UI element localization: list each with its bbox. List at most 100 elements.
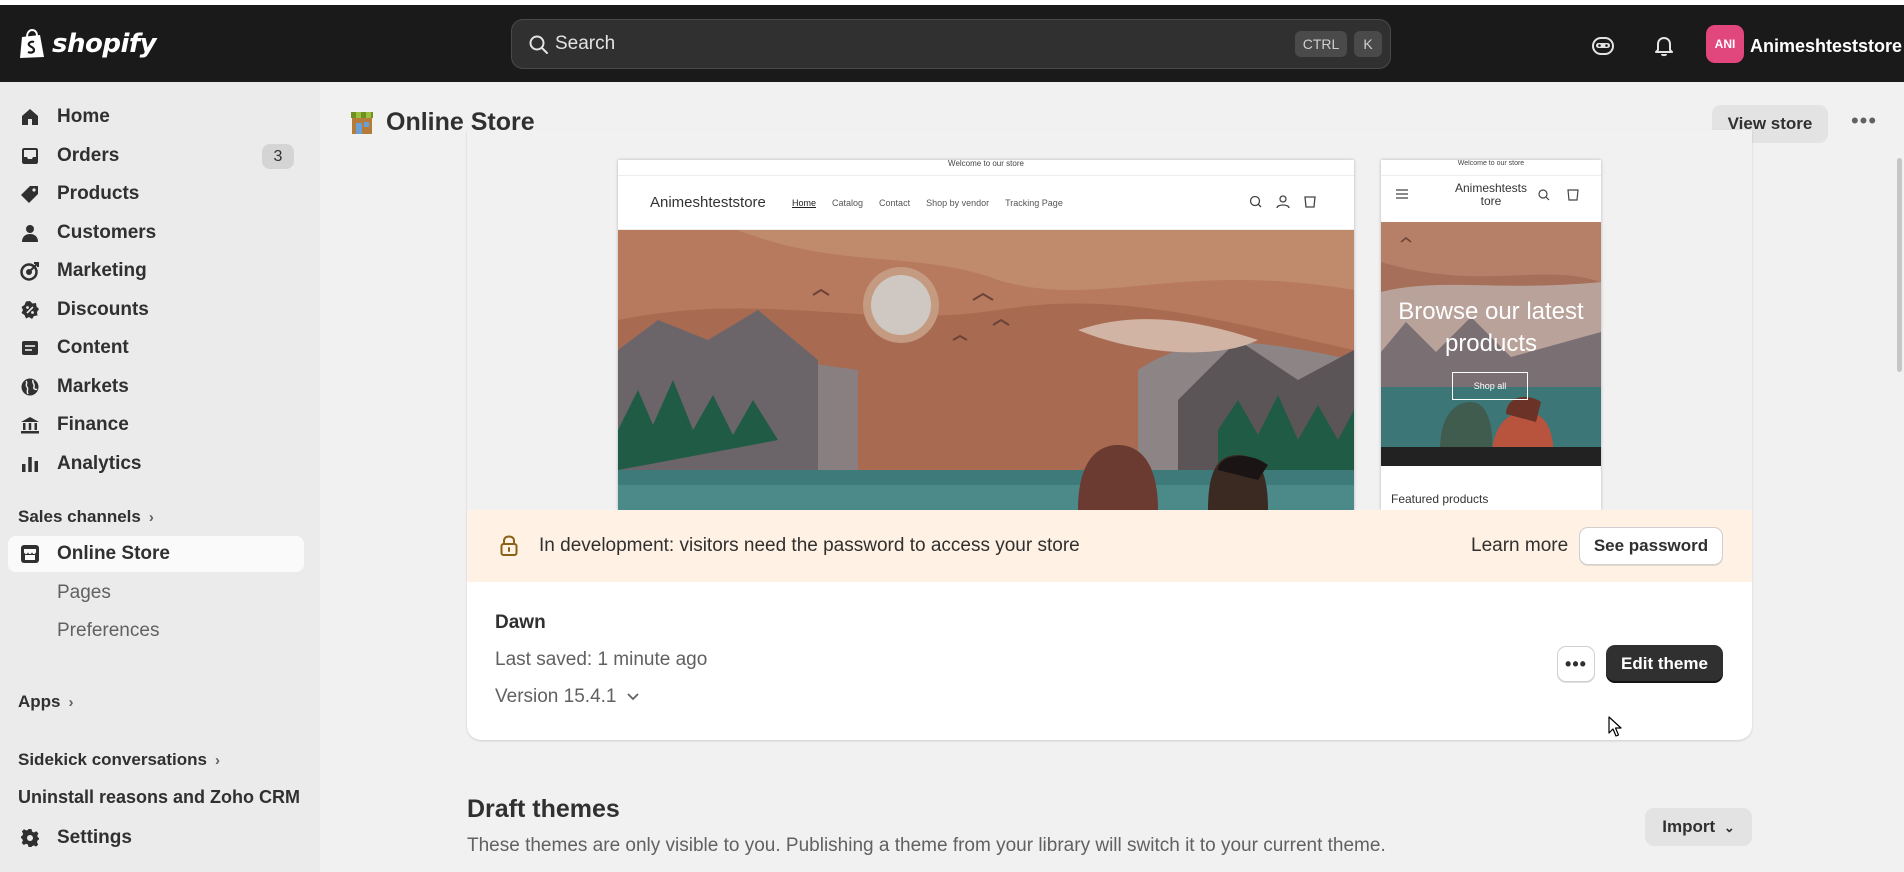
online-store-icon xyxy=(351,111,373,134)
sidebar-item-products[interactable]: Products xyxy=(8,176,304,212)
sidebar-item-label: Content xyxy=(57,337,129,358)
orders-icon xyxy=(22,148,38,164)
preview-hero-illustration xyxy=(618,230,1354,510)
shopify-bag-icon xyxy=(20,29,44,58)
sidebar-item-content[interactable]: Content xyxy=(8,330,304,366)
mobile-hero-title: Browse our latest products xyxy=(1398,298,1584,357)
shopify-logo[interactable]: shopify xyxy=(18,29,157,59)
bank-icon xyxy=(21,417,39,434)
sidebar-item-home[interactable]: Home xyxy=(8,99,304,135)
preview-nav-item: Contact xyxy=(879,198,911,208)
mobile-shop-all-button: Shop all xyxy=(1452,372,1528,400)
sidekick-label: Sidekick conversations xyxy=(18,750,207,769)
sidebar-item-label: Pages xyxy=(57,582,111,603)
theme-last-saved: Last saved: 1 minute ago xyxy=(495,649,708,670)
preview-nav-item: Catalog xyxy=(832,198,864,208)
sidebar-item-discounts[interactable]: Discounts xyxy=(8,292,304,328)
search-icon xyxy=(529,35,548,54)
sidebar-item-settings[interactable]: Settings xyxy=(8,820,304,856)
preview-brand: Animeshteststore xyxy=(650,194,766,211)
sidebar-item-label: Online Store xyxy=(57,543,170,564)
desktop-preview: Welcome to our store Animeshteststore Ho… xyxy=(618,160,1354,510)
sidebar-item-marketing[interactable]: Marketing xyxy=(8,253,304,289)
chevron-down-icon: ⌄ xyxy=(1723,820,1735,835)
store-name[interactable]: Animeshteststore xyxy=(1750,36,1902,57)
sidebar-item-label: Finance xyxy=(57,414,129,435)
globe-icon xyxy=(21,378,39,396)
sidebar-item-markets[interactable]: Markets xyxy=(8,369,304,405)
sidebar-item-orders[interactable]: Orders 3 xyxy=(8,138,304,174)
chevron-down-icon xyxy=(627,693,640,701)
preview-header: Animeshteststore Home Catalog Contact Sh… xyxy=(618,176,1354,230)
shortcut-ctrl-key: CTRL xyxy=(1295,31,1347,57)
sidebar-item-online-store[interactable]: Online Store xyxy=(8,536,304,572)
sidebar-item-label: Discounts xyxy=(57,299,149,320)
chevron-right-icon: › xyxy=(68,693,74,711)
theme-more-actions-button[interactable]: ••• xyxy=(1557,646,1595,682)
avatar[interactable]: ANI xyxy=(1706,25,1744,63)
sidebar-item-label: Preferences xyxy=(57,620,160,641)
preview-header-icons xyxy=(1249,195,1316,209)
preview-nav: Home Catalog Contact Shop by vendor Trac… xyxy=(792,198,1063,208)
preview-nav-item: Tracking Page xyxy=(1005,198,1063,208)
sidebar-item-label: Orders xyxy=(57,145,120,166)
discount-icon xyxy=(21,301,39,319)
mobile-announcement-bar: Welcome to our store xyxy=(1381,160,1601,176)
shortcut-k-key: K xyxy=(1354,31,1382,57)
content-icon xyxy=(22,341,38,355)
sales-channels-label: Sales channels xyxy=(18,507,141,526)
sidebar-item-pages[interactable]: Pages xyxy=(8,575,304,611)
announcement-bar: Welcome to our store xyxy=(618,160,1354,176)
apps-header[interactable]: Apps › xyxy=(18,692,74,712)
sidebar-item-label: Markets xyxy=(57,376,129,397)
target-icon xyxy=(20,262,39,281)
theme-version-toggle[interactable]: Version 15.4.1 xyxy=(495,686,640,708)
mobile-featured-products: Featured products xyxy=(1391,492,1489,506)
brand-wordmark: shopify xyxy=(52,29,157,59)
sidebar-item-label: Home xyxy=(57,106,110,127)
sidebar-item-finance[interactable]: Finance xyxy=(8,407,304,443)
sidebar-item-label: Analytics xyxy=(57,453,142,474)
sidekick-conversations-header[interactable]: Sidekick conversations › xyxy=(18,750,220,770)
sidebar-item-preferences[interactable]: Preferences xyxy=(8,613,304,649)
see-password-button[interactable]: See password xyxy=(1579,527,1723,565)
orders-count-badge: 3 xyxy=(262,144,294,169)
theme-name: Dawn xyxy=(495,612,546,633)
development-banner-text: In development: visitors need the passwo… xyxy=(539,535,1080,556)
sidebar-item-analytics[interactable]: Analytics xyxy=(8,446,304,482)
draft-themes-description: These themes are only visible to you. Pu… xyxy=(467,835,1386,856)
import-button[interactable]: Import ⌄ xyxy=(1645,808,1752,846)
bar-chart-icon xyxy=(22,457,38,472)
learn-more-link[interactable]: Learn more xyxy=(1471,535,1568,557)
import-label: Import xyxy=(1662,817,1716,836)
sidebar-item-customers[interactable]: Customers xyxy=(8,215,304,251)
uninstall-label: Uninstall reasons and Zoho CRM xyxy=(18,787,301,807)
sidebar-item-label: Customers xyxy=(57,222,157,243)
scrollbar-thumb[interactable] xyxy=(1897,158,1902,372)
lock-icon xyxy=(500,535,518,556)
sales-channels-header[interactable]: Sales channels › xyxy=(18,507,154,527)
apps-label: Apps xyxy=(18,692,61,711)
theme-version-label: Version 15.4.1 xyxy=(495,686,617,707)
more-actions-icon[interactable]: ••• xyxy=(1848,110,1880,136)
sidekick-icon[interactable] xyxy=(1590,33,1616,59)
search-bar[interactable]: CTRL K xyxy=(511,19,1391,69)
tag-icon xyxy=(21,186,38,203)
sidebar-item-label: Products xyxy=(57,183,140,204)
sidebar-item-label: Settings xyxy=(57,827,132,848)
storefront-icon xyxy=(21,545,39,563)
mouse-cursor-icon xyxy=(1608,716,1622,737)
development-banner: In development: visitors need the passwo… xyxy=(467,510,1752,582)
draft-themes-title: Draft themes xyxy=(467,795,620,823)
mobile-preview-brand: Animeshtests tore xyxy=(1454,181,1528,208)
preview-nav-item: Shop by vendor xyxy=(926,198,990,208)
edit-theme-button[interactable]: Edit theme xyxy=(1606,645,1723,683)
uninstall-reasons-item[interactable]: Uninstall reasons and Zoho CRM xyxy=(18,787,300,808)
bell-icon[interactable] xyxy=(1651,33,1677,59)
mobile-header-icons xyxy=(1538,189,1579,201)
home-icon xyxy=(22,109,38,125)
top-bar: shopify CTRL K ANI Animeshteststore xyxy=(0,0,1904,82)
chevron-right-icon: › xyxy=(148,508,154,526)
theme-preview[interactable]: Welcome to our store Animeshteststore Ho… xyxy=(467,130,1752,510)
search-input[interactable] xyxy=(555,20,1195,68)
